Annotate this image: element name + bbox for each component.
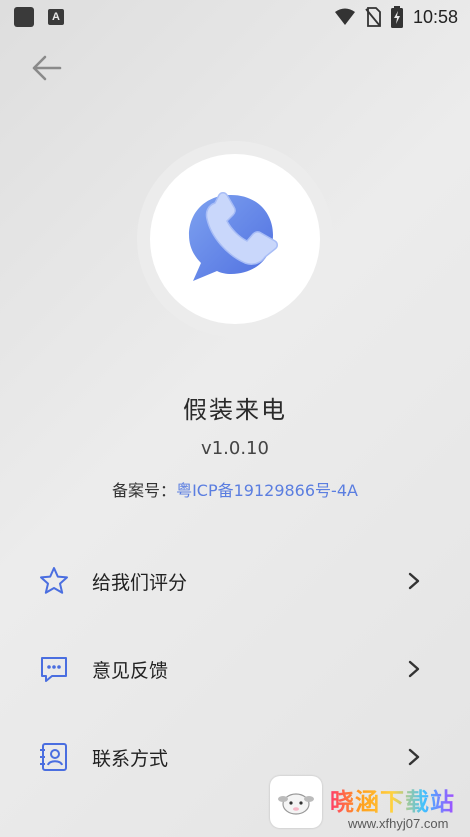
phone-chat-icon [189, 192, 278, 281]
a-notification-glyph: A [52, 11, 60, 23]
status-time: 10:58 [412, 6, 458, 27]
star-icon [38, 565, 70, 597]
watermark-logo [270, 776, 322, 828]
back-button[interactable] [26, 50, 66, 86]
menu-item-rate-us[interactable]: 给我们评分 [0, 537, 470, 625]
watermark-title: 晓涵下载站 [330, 782, 455, 817]
app-name: 假装来电 [183, 396, 287, 424]
menu-item-label: 联系方式 [92, 747, 169, 770]
app-notification-icon [14, 7, 34, 27]
sheep-icon [278, 793, 314, 815]
a-notification-icon: A [48, 9, 64, 25]
icp-label: 备案号： [112, 481, 177, 500]
app-logo [137, 141, 333, 337]
menu-item-label: 意见反馈 [92, 659, 169, 682]
wifi-icon [334, 8, 355, 25]
status-left: A [14, 7, 64, 27]
menu-item-label: 给我们评分 [92, 571, 188, 594]
feedback-icon [38, 653, 70, 685]
chevron-right-icon [404, 571, 424, 591]
status-right: 10:58 [334, 6, 458, 28]
battery-charging-icon [390, 6, 403, 28]
status-bar: A 10:58 [0, 0, 470, 34]
app-logo-inner [150, 154, 320, 324]
icp-record: 备案号：粤ICP备19129866号-4A [0, 477, 470, 501]
app-version: v1.0.10 [201, 438, 269, 459]
icp-number-link[interactable]: 粤ICP备19129866号-4A [176, 481, 358, 500]
chevron-right-icon [404, 659, 424, 679]
menu-item-feedback[interactable]: 意见反馈 [0, 625, 470, 713]
watermark-url: www.xfhyj07.com [348, 816, 449, 831]
no-sim-icon [365, 7, 381, 27]
arrow-left-icon [32, 55, 62, 81]
watermark: 晓涵下载站 www.xfhyj07.com [270, 774, 470, 837]
chevron-right-icon [404, 747, 424, 767]
contact-card-icon [38, 741, 70, 773]
